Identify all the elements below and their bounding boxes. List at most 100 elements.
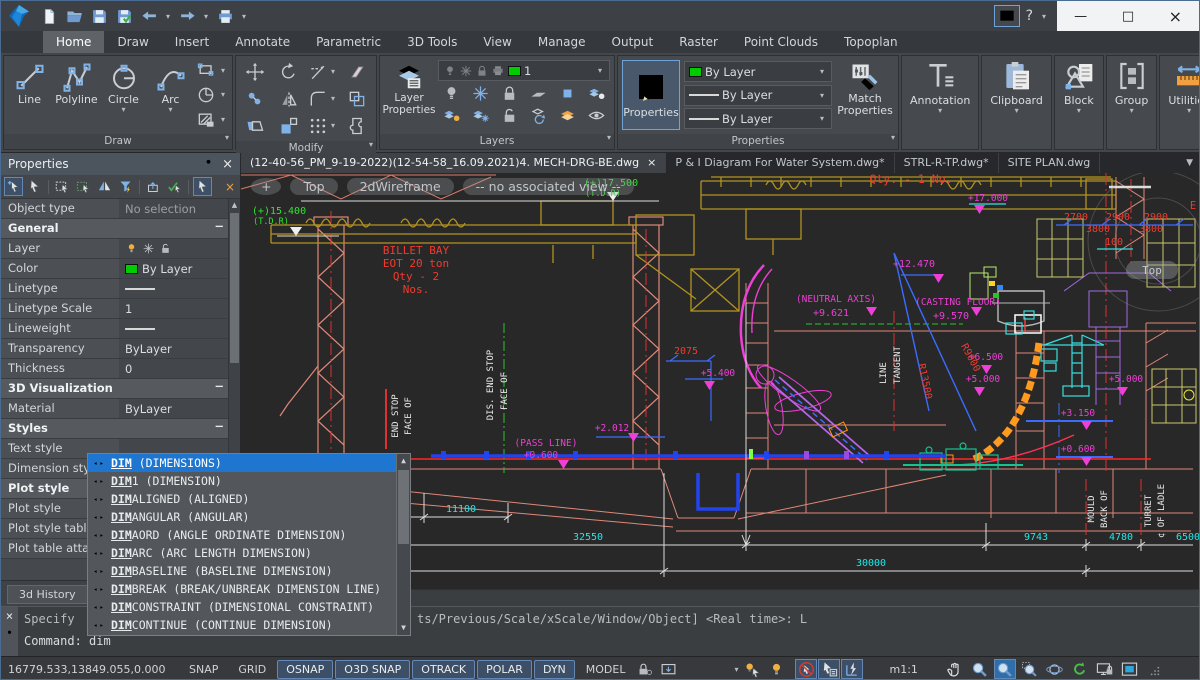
command-pin-icon[interactable] xyxy=(4,629,15,640)
viewport-control-menu[interactable]: + xyxy=(251,178,281,195)
selection-toolbar-close-icon[interactable]: × xyxy=(225,180,237,194)
layer-layersbulbo-button[interactable] xyxy=(442,106,461,125)
layer-layersfreeze-button[interactable] xyxy=(471,106,490,125)
autocomplete-item[interactable]: DIMCONTINUE (CONTINUE DIMENSION) xyxy=(88,616,396,634)
scale-list-dropdown-icon[interactable]: ▾ xyxy=(731,665,741,674)
match-properties-button[interactable]: Match Properties xyxy=(834,58,896,132)
property-combo-0[interactable]: By Layer▾ xyxy=(684,61,832,82)
zoom-window-button[interactable] xyxy=(1019,659,1041,679)
palette-row-thickness[interactable]: Thickness0 xyxy=(1,359,240,379)
viewport-control-3[interactable]: -- no associated view -- xyxy=(463,178,634,195)
palette-row-linetype-scale[interactable]: Linetype Scale1 xyxy=(1,299,240,319)
line-tool-button[interactable]: Line xyxy=(6,58,53,132)
layer-lock-button[interactable] xyxy=(500,84,519,103)
sel-flip-button[interactable] xyxy=(95,177,114,196)
palette-row-transparency[interactable]: TransparencyByLayer xyxy=(1,339,240,359)
sel-win-button[interactable] xyxy=(53,177,72,196)
new-file-button[interactable] xyxy=(38,5,60,27)
palette-section-styles[interactable]: Styles− xyxy=(1,419,240,439)
array-tool-button[interactable]: ▾ xyxy=(308,116,338,136)
ribbon-tab-3d-tools[interactable]: 3D Tools xyxy=(394,31,470,53)
regen-button[interactable] xyxy=(1069,659,1091,679)
toggle-o3d-snap[interactable]: O3D SNAP xyxy=(335,660,410,679)
rotate-tool-button[interactable] xyxy=(279,62,299,82)
autocomplete-item[interactable]: DIMARC (ARC LENGTH DIMENSION) xyxy=(88,544,396,562)
pan-button[interactable] xyxy=(944,659,966,679)
stretch-tool-button[interactable] xyxy=(245,116,265,136)
maximize-button[interactable]: □ xyxy=(1104,1,1151,31)
toggle-polar[interactable]: POLAR xyxy=(477,660,532,679)
autocomplete-item[interactable]: DIMANGULAR (ANGULAR) xyxy=(88,508,396,526)
ribbon-tab-output[interactable]: Output xyxy=(599,31,667,53)
toggle-dyn[interactable]: DYN xyxy=(534,660,575,679)
dropdown-icon[interactable]: ▾ xyxy=(163,12,173,21)
palette-section-3d-visualization[interactable]: 3D Visualization− xyxy=(1,379,240,399)
viewport-lock-button[interactable] xyxy=(1094,659,1116,679)
bulb-button[interactable] xyxy=(765,659,787,679)
tab-list-dropdown-icon[interactable]: ▼ xyxy=(1178,153,1200,173)
autocomplete-item[interactable]: DIMCONSTRAINT (DIMENSIONAL CONSTRAINT) xyxy=(88,598,396,616)
sel-add-button[interactable] xyxy=(4,177,23,196)
group-button[interactable]: Group▾ xyxy=(1107,56,1157,149)
zoom-realtime-button[interactable] xyxy=(994,659,1016,679)
close-button[interactable]: × xyxy=(1152,1,1199,31)
help-button[interactable]: ? xyxy=(1026,8,1033,24)
palette-row-layer[interactable]: Layer xyxy=(1,239,240,259)
document-tab[interactable]: SITE PLAN.dwg xyxy=(999,153,1101,173)
print-button[interactable] xyxy=(214,5,236,27)
erase-tool-button[interactable] xyxy=(347,62,367,82)
workspace-switch-icon[interactable] xyxy=(994,5,1020,27)
popup-scrollbar[interactable]: ▲▼ xyxy=(396,454,410,635)
palette-close-icon[interactable]: × xyxy=(222,157,233,172)
noselect-button[interactable] xyxy=(795,659,817,679)
pin-icon[interactable] xyxy=(202,158,215,171)
rectangle-tool-button[interactable]: ▾ xyxy=(196,60,228,80)
layer-properties-button[interactable]: Layer Properties xyxy=(382,58,436,132)
layer-layerso-button[interactable] xyxy=(558,106,577,125)
circle-tool-button[interactable]: Circle▾ xyxy=(100,58,147,132)
mirror-tool-button[interactable] xyxy=(279,89,299,109)
ribbon-tab-home[interactable]: Home xyxy=(43,31,104,53)
palette-row-color[interactable]: ColorBy Layer xyxy=(1,259,240,279)
offset-tool-button[interactable] xyxy=(347,89,367,109)
autocomplete-item[interactable]: DIMALIGNED (ALIGNED) xyxy=(88,490,396,508)
command-prompt[interactable]: Command: dim xyxy=(24,634,111,648)
layer-select-combo[interactable]: 1 ▾ xyxy=(438,60,610,81)
properties-button[interactable]: Properties xyxy=(622,60,680,130)
clipboard-button[interactable]: Clipboard▾ xyxy=(982,56,1051,149)
ribbon-tab-draw[interactable]: Draw xyxy=(104,31,161,53)
toggle-grid[interactable]: GRID xyxy=(229,660,275,679)
bulbcursor-button[interactable] xyxy=(741,659,763,679)
palette-row-object-type[interactable]: Object typeNo selection xyxy=(1,199,240,219)
layer-bluesq-button[interactable] xyxy=(558,84,577,103)
orbit-button[interactable] xyxy=(1044,659,1066,679)
toggle-otrack[interactable]: OTRACK xyxy=(412,660,475,679)
palette-row-linetype[interactable]: Linetype xyxy=(1,279,240,299)
save-file-button[interactable] xyxy=(88,5,110,27)
palette-bottom-tab-0[interactable]: 3d History xyxy=(7,585,88,604)
dropdown-icon[interactable]: ▾ xyxy=(239,12,249,21)
move-tool-button[interactable] xyxy=(245,62,265,82)
layer-eye-button[interactable] xyxy=(587,106,606,125)
toggle-osnap[interactable]: OSNAP xyxy=(277,660,333,679)
autocomplete-item[interactable]: DIMAORD (ANGLE ORDINATE DIMENSION) xyxy=(88,526,396,544)
layer-plane-button[interactable] xyxy=(529,84,548,103)
scale-tool-button[interactable] xyxy=(279,116,299,136)
dropdown-icon[interactable]: ▾ xyxy=(201,12,211,21)
utilities-button[interactable]: Utilities▾ xyxy=(1160,56,1200,149)
trim-tool-button[interactable]: ▾ xyxy=(308,62,338,82)
palette-row-lineweight[interactable]: Lineweight xyxy=(1,319,240,339)
autocomplete-item[interactable]: DIMBREAK (BREAK/UNBREAK DIMENSION LINE) xyxy=(88,580,396,598)
layer-bulbg-button[interactable] xyxy=(442,84,461,103)
minimize-button[interactable]: — xyxy=(1057,1,1104,31)
copy-tool-button[interactable] xyxy=(245,89,265,109)
layer-layersswap-button[interactable] xyxy=(529,106,548,125)
autocomplete-item[interactable]: DIM (DIMENSIONS) xyxy=(88,454,396,472)
lockkey-button[interactable] xyxy=(633,659,655,679)
sel-check-button[interactable] xyxy=(165,177,184,196)
sel-up-button[interactable] xyxy=(144,177,163,196)
hatch-tool-button[interactable]: ▾ xyxy=(196,110,228,130)
ribbon-tab-view[interactable]: View xyxy=(470,31,524,53)
palette-section-general[interactable]: General− xyxy=(1,219,240,239)
viewport-control-1[interactable]: Top xyxy=(290,178,337,195)
